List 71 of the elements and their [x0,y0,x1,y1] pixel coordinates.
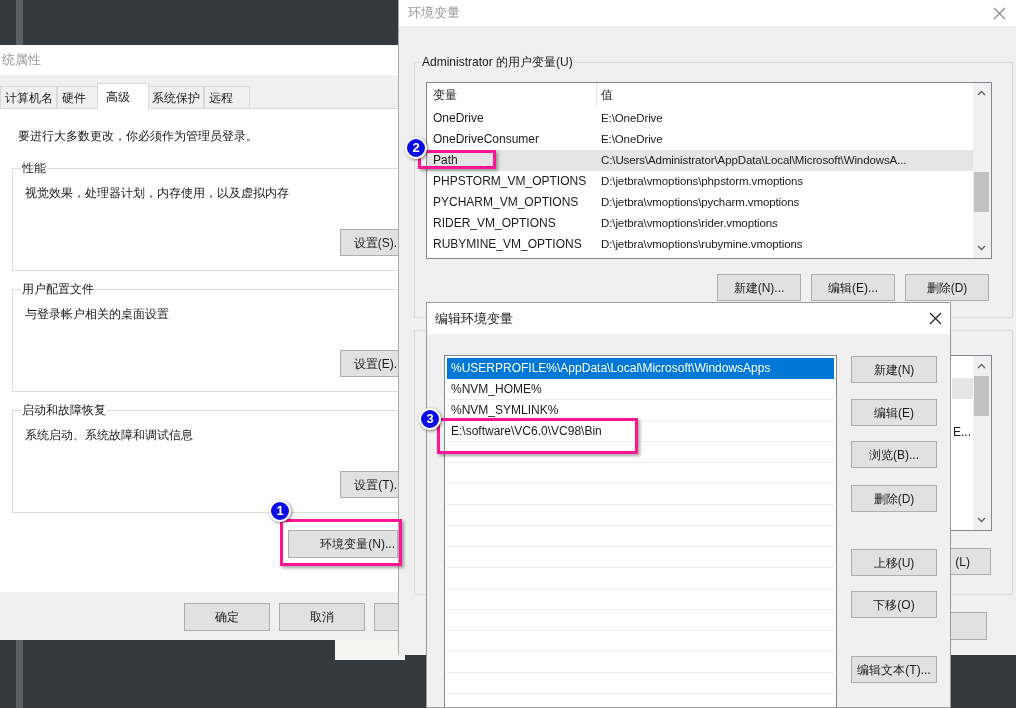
settings-button[interactable]: 设置(S). [340,229,398,256]
variable-name: RIDER_VM_OPTIONS [433,216,556,230]
move-down-button[interactable]: 下移(O) [851,591,937,618]
list-row[interactable]: OneDriveConsumer E:\OneDrive [427,129,973,150]
variable-value: E:\OneDrive [600,111,663,126]
list-row[interactable]: RIDER_VM_OPTIONS D:\jetbra\vmoptions\rider.vmoptions [427,213,973,234]
variable-value: D:\jetbra\vmoptions\pycharm.vmoptions [600,195,800,210]
variable-name: Path [433,153,458,167]
tab[interactable]: 硬件 [57,86,99,108]
variable-value: D:\jetbra\vmoptions\rubymine.vmoptions [600,237,803,252]
variable-name: RUBYMINE_VM_OPTIONS [433,237,582,251]
settings-button[interactable]: 设置(E). [340,350,398,377]
variable-value: C:\Users\Administrator\AppData\Local\Microsoft\WindowsA... [600,153,907,168]
column-header[interactable]: 变量 [427,83,597,107]
scroll-thumb[interactable] [974,172,989,212]
edit-text-button[interactable]: 编辑文本(T)... [851,656,937,683]
scrollbar[interactable] [973,83,991,258]
window-title: 编辑环境变量 [435,309,513,328]
group-label: Administrator 的用户变量(U) [421,54,574,70]
scroll-up-icon[interactable] [977,90,986,96]
scroll-down-icon[interactable] [977,245,986,251]
list-row[interactable]: PHPSTORM_VM_OPTIONS D:\jetbra\vmoptions\phpstorm.vmoptions [427,171,973,192]
path-entry[interactable]: %NVM_HOME% [447,381,542,397]
variable-name: PYCHARM_VM_OPTIONS [433,195,579,209]
tab[interactable]: 远程 [204,86,250,108]
group-label: 启动和故障恢复 [21,402,107,418]
path-entry[interactable]: %NVM_SYMLINK% [447,402,559,418]
new-button[interactable]: 新建(N)... [717,274,801,301]
edit-button[interactable]: 编辑(E)... [811,274,895,301]
scroll-thumb[interactable] [974,376,989,416]
variable-name: OneDriveConsumer [433,132,540,146]
list-cell-text: E... [953,424,971,441]
new-button[interactable]: 新建(N) [851,356,937,383]
window-title: 统属性 [2,51,41,70]
group-label: 性能 [21,160,47,176]
list-row[interactable]: PYCHARM_VM_OPTIONS D:\jetbra\vmoptions\pycharm.vmoptions [427,192,973,213]
window-edge [16,640,23,708]
settings-button[interactable]: 设置(T). [340,471,398,498]
variable-name: PHPSTORM_VM_OPTIONS [433,174,587,188]
move-up-button[interactable]: 上移(U) [851,549,937,576]
group-description: 视觉效果，处理器计划，内存使用，以及虚拟内存 [25,185,290,201]
group-label: 用户配置文件 [21,281,95,297]
window-edge [16,0,23,45]
tab[interactable]: 系统保护 [147,86,204,108]
list-row[interactable]: Path C:\Users\Administrator\AppData\Local\Microsoft\WindowsA... [427,150,973,171]
list-row[interactable]: OneDrive E:\OneDrive [427,108,973,129]
variable-value: D:\jetbra\vmoptions\rider.vmoptions [600,216,778,231]
scrollbar[interactable] [973,356,991,530]
scroll-up-icon[interactable] [977,363,986,369]
variable-value: E:\OneDrive [600,132,663,147]
browse-button[interactable]: 浏览(B)... [851,441,937,468]
edit-button[interactable]: 编辑(E) [851,399,937,426]
path-entry[interactable]: E:\software\VC6.0\VC98\Bin [447,423,602,439]
tab[interactable]: 计算机名 [0,86,57,108]
delete-button[interactable]: 删除(D) [905,274,989,301]
group-description: 系统启动、系统故障和调试信息 [25,427,194,443]
scroll-down-icon[interactable] [977,517,986,523]
column-header[interactable]: 值 [597,83,973,107]
environment-variables-button[interactable]: 环境变量(N)... [288,530,398,558]
variable-name: OneDrive [433,111,484,125]
group-description: 与登录帐户相关的桌面设置 [25,306,170,322]
delete-button[interactable]: 删除(D) [851,485,937,512]
notice-text: 要进行大多数更改，你必须作为管理员登录。 [18,128,259,144]
path-entry[interactable]: %USERPROFILE%\AppData\Local\Microsoft\WindowsApps [447,358,834,378]
window-title: 环境变量 [408,4,460,23]
list-row[interactable]: RUBYMINE_VM_OPTIONS D:\jetbra\vmoptions\rubymine.vmoptions [427,234,973,255]
cancel-button[interactable]: 取消 [279,603,365,631]
tab[interactable]: 高级 [97,83,149,109]
ok-button[interactable]: 确定 [184,603,270,631]
close-icon[interactable] [929,312,942,325]
variable-value: D:\jetbra\vmoptions\phpstorm.vmoptions [600,174,803,189]
